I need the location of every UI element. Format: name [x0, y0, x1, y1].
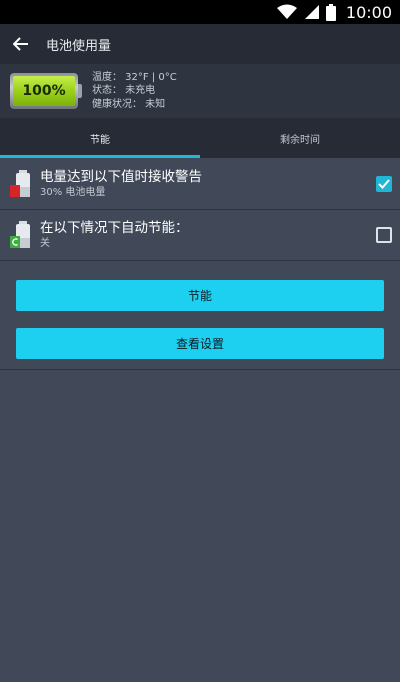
battery-level-graphic: 100% — [10, 73, 82, 109]
battery-percent: 100% — [13, 76, 75, 106]
setting-subtitle: 关 — [40, 237, 50, 249]
tab-indicator — [0, 155, 200, 158]
wifi-icon — [276, 4, 298, 20]
view-settings-button[interactable]: 查看设置 — [16, 328, 384, 359]
setting-row-auto-save-power[interactable]: 在以下情况下自动节能： 关 — [0, 210, 400, 261]
tab-remaining-time[interactable]: 剩余时间 — [200, 118, 400, 158]
auto-save-power-checkbox[interactable] — [376, 227, 392, 243]
tab-save-power[interactable]: 节能 — [0, 118, 200, 158]
page-title: 电池使用量 — [46, 38, 112, 54]
action-buttons-area: 节能 查看设置 — [0, 262, 400, 370]
status-clock: 10:00 — [345, 2, 392, 22]
setting-title: 在以下情况下自动节能： — [40, 219, 189, 236]
tab-label: 节能 — [90, 134, 110, 146]
back-arrow-icon — [13, 37, 28, 51]
battery-info-strip: 100% 温度： 32°F | 0°C 状态： 未充电 健康状况： 未知 — [0, 64, 400, 118]
battery-saver-icon — [10, 220, 34, 250]
tab-label: 剩余时间 — [280, 134, 320, 146]
tab-bar: 节能 剩余时间 — [0, 118, 400, 158]
status-bar: 10:00 — [0, 0, 400, 24]
setting-row-low-battery-alert[interactable]: 电量达到以下值时接收警告 30% 电池电量 — [0, 159, 400, 210]
back-button[interactable] — [0, 24, 42, 64]
temperature-text: 温度： 32°F | 0°C — [92, 71, 177, 83]
save-power-button[interactable]: 节能 — [16, 280, 384, 311]
setting-title: 电量达到以下值时接收警告 — [40, 168, 202, 185]
checkmark-icon — [378, 179, 390, 189]
state-text: 状态： 未充电 — [92, 85, 156, 97]
health-text: 健康状况： 未知 — [92, 98, 166, 110]
app-bar: 电池使用量 — [0, 24, 400, 64]
low-battery-alert-checkbox[interactable] — [376, 176, 392, 192]
setting-subtitle: 30% 电池电量 — [40, 186, 106, 198]
battery-status-icon — [325, 3, 336, 21]
battery-alert-icon — [10, 169, 34, 199]
signal-icon — [304, 4, 320, 20]
